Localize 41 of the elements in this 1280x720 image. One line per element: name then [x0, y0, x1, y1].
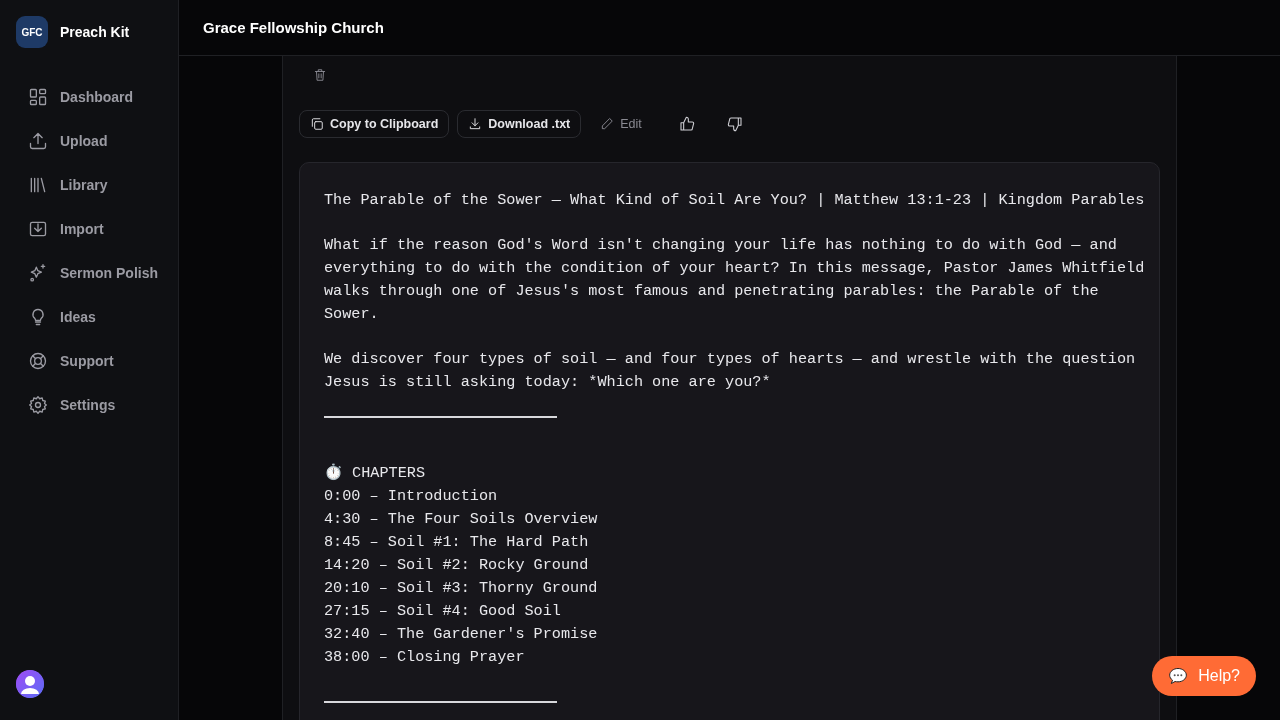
sparkle-icon: [28, 263, 48, 283]
thumbs-down-icon[interactable]: [726, 116, 743, 132]
settings-icon: [28, 395, 48, 415]
sidebar-item[interactable]: Ideas: [16, 302, 166, 332]
edit-button[interactable]: Edit: [589, 110, 653, 138]
pencil-icon: [600, 117, 615, 131]
chapter-line: 8:45 – Soil #1: The Hard Path: [324, 532, 590, 553]
chapter-line: 20:10 – Soil #3: Thorny Ground: [324, 578, 599, 599]
avatar-icon[interactable]: [16, 670, 44, 698]
sidebar-item[interactable]: Library: [16, 170, 166, 200]
sidebar-item[interactable]: Dashboard: [16, 82, 166, 112]
chapter-line: 32:40 – The Gardener's Promise: [324, 624, 599, 645]
books-icon: [28, 175, 48, 195]
chapter-line: 4:30 – The Four Soils Overview: [324, 509, 599, 530]
document-title: The Parable of the Sower — What Kind of Soil Are You? | Matthew 13:1-23 | Kingdom Parables: [324, 190, 1145, 211]
import-icon: [28, 219, 48, 239]
chapters-heading: ⏱ CHAPTERS: [324, 463, 427, 484]
sidebar-item[interactable]: Support: [16, 346, 166, 376]
chapter-line: 0:00 – Introduction: [324, 486, 499, 507]
app-name: Preach Kit: [60, 24, 130, 40]
download-button[interactable]: Download .txt: [457, 110, 582, 138]
download-icon: [468, 117, 483, 131]
chapter-line: 14:20 – Soil #2: Rocky Ground: [324, 555, 590, 576]
paragraph: We discover four types of soil — and four types of hearts — and wrestle with the question Jesus is still asking today: *Which one are you?*: [324, 349, 1137, 393]
chapter-line: 38:00 – Closing Prayer: [324, 647, 526, 668]
sidebar-item[interactable]: Settings: [16, 390, 166, 420]
lifebuoy-icon: [28, 351, 48, 371]
paragraph: What if the reason God's Word isn't changing your life has nothing to do with God — and everything to do with the condition of your heart? In this message, Pastor James Whitfield walks through one of Jesus's most famous and penetrating parables: the Parable of the Sower.: [324, 235, 1145, 325]
grid-icon: [28, 87, 48, 107]
app-logo: GFC: [16, 16, 48, 48]
copy-button[interactable]: Copy to Clipboard: [299, 110, 450, 138]
chapter-line: 27:15 – Soil #4: Good Soil: [324, 601, 562, 622]
page-title: Grace Fellowship Church: [203, 19, 384, 36]
sidebar-item[interactable]: Sermon Polish: [16, 258, 166, 288]
thumbs-up-icon[interactable]: [678, 116, 695, 132]
chat-bubble-icon: [1168, 666, 1189, 686]
trash-icon[interactable]: [313, 68, 327, 82]
sidebar-item[interactable]: Upload: [16, 126, 166, 156]
upload-icon: [28, 131, 48, 151]
copy-icon: [310, 117, 324, 131]
sidebar-item[interactable]: Import: [16, 214, 166, 244]
